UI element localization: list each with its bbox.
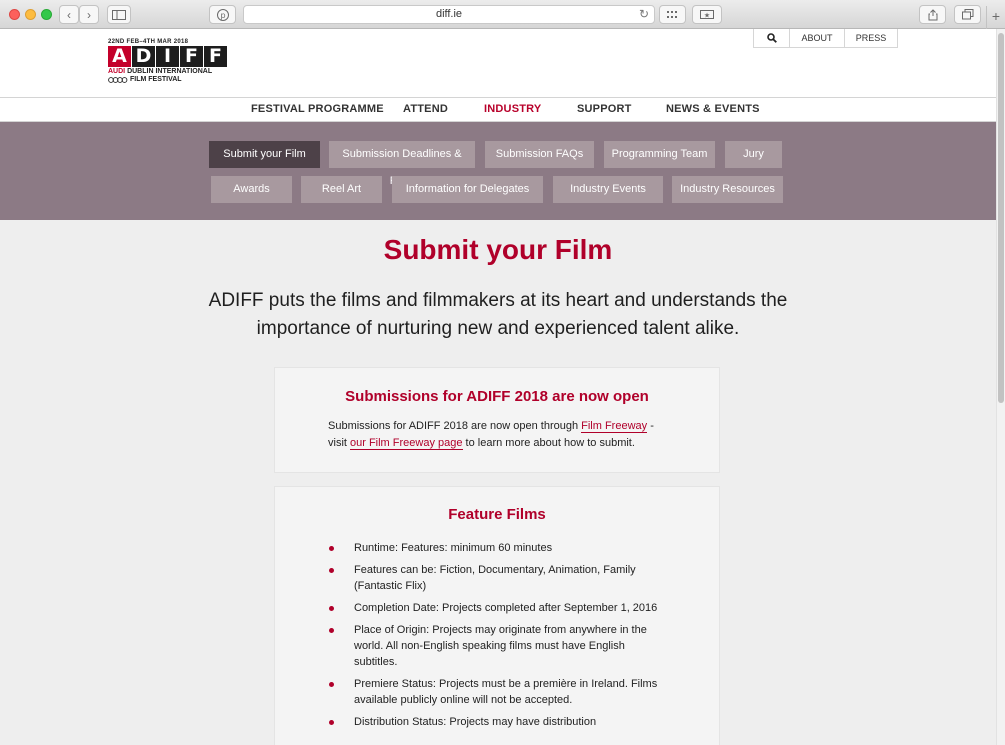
site-logo[interactable]: 22ND FEB–4TH MAR 2018 A D I F F AUDI DUB… [108,39,230,89]
nav-support[interactable]: SUPPORT [577,103,632,115]
search-icon [766,33,777,43]
subnav-deadlines-fees[interactable]: Submission Deadlines & Fees [329,141,475,187]
subnav-information-for-delegates[interactable]: Information for Delegates [392,176,543,203]
logo-brand: AUDI [108,68,126,75]
reload-icon[interactable]: ↻ [639,6,649,23]
zoom-window-button[interactable] [41,9,52,20]
chevron-left-icon: ‹ [67,7,71,22]
site-header: 22ND FEB–4TH MAR 2018 A D I F F AUDI DUB… [0,29,996,97]
tabs-button[interactable] [954,5,981,24]
subnav-reel-art[interactable]: Reel Art [301,176,382,203]
nav-industry[interactable]: INDUSTRY [484,103,541,115]
svg-text:p: p [220,11,225,20]
feature-films-card: Feature Films Runtime: Features: minimum… [274,486,720,745]
logo-line2: FILM FESTIVAL [130,76,182,83]
intro-text: ADIFF puts the films and filmmakers at i… [208,290,788,339]
logo-letter: F [204,46,227,67]
minimize-window-button[interactable] [25,9,36,20]
submissions-text-part: Submissions for ADIFF 2018 are now open … [328,420,582,432]
logo-letter: F [180,46,203,67]
chevron-right-icon: › [87,7,91,22]
back-button[interactable]: ‹ [59,5,79,24]
submissions-card-text: Submissions for ADIFF 2018 are now open … [328,418,673,452]
logo-letter: A [108,46,131,67]
list-item: Distribution Status: Projects may have d… [329,714,669,730]
search-button[interactable] [754,29,790,47]
tabs-icon [961,9,973,20]
list-item: Completion Date: Projects completed afte… [329,600,669,616]
subnav-submission-faqs[interactable]: Submission FAQs [485,141,594,168]
grid-icon [666,10,677,18]
list-item: Features can be: Fiction, Documentary, A… [329,562,669,594]
grid-button[interactable] [659,5,686,24]
list-item: Place of Origin: Projects may originate … [329,622,669,670]
subnav-industry-resources[interactable]: Industry Resources [672,176,783,203]
logo-line1: DUBLIN INTERNATIONAL [125,68,213,75]
audi-rings-icon [108,77,128,83]
utility-nav: ABOUT PRESS [753,29,898,48]
forward-button[interactable]: › [79,5,99,24]
address-bar[interactable]: diff.ie ↻ [243,5,655,24]
url-text: diff.ie [435,8,463,20]
scrollbar-thumb[interactable] [998,33,1004,403]
subnav-industry-events[interactable]: Industry Events [553,176,663,203]
svg-text:★: ★ [704,12,710,20]
browser-toolbar: ‹ › p diff.ie ↻ ★ + [0,0,1005,29]
nav-attend[interactable]: ATTEND [403,103,448,115]
submissions-card-title: Submissions for ADIFF 2018 are now open [345,388,649,405]
logo-subtitle: AUDI DUBLIN INTERNATIONAL FILM FESTIVAL [108,68,230,84]
industry-subnav: Submit your Film Submission Deadlines & … [0,122,996,220]
plus-icon: + [991,8,1001,24]
sidebar-button[interactable] [107,5,131,24]
pinterest-button[interactable]: p [209,5,236,24]
pinterest-icon: p [216,8,229,21]
main-nav: FESTIVAL PROGRAMME ATTEND INDUSTRY SUPPO… [0,97,996,122]
submissions-card: Submissions for ADIFF 2018 are now open … [274,367,720,473]
website: 22ND FEB–4TH MAR 2018 A D I F F AUDI DUB… [0,29,996,745]
subnav-programming-team[interactable]: Programming Team [604,141,715,168]
close-window-button[interactable] [9,9,20,20]
feature-films-list: Runtime: Features: minimum 60 minutes Fe… [329,540,669,730]
subnav-jury[interactable]: Jury [725,141,782,168]
new-tab-button[interactable]: + [986,6,1005,29]
subnav-submit-your-film[interactable]: Submit your Film [209,141,320,168]
share-icon [928,8,937,20]
share-button[interactable] [919,5,946,24]
film-freeway-link[interactable]: Film Freeway [581,420,648,433]
logo-letter: D [132,46,155,67]
press-link[interactable]: PRESS [845,29,897,47]
list-item: Runtime: Features: minimum 60 minutes [329,540,669,556]
submissions-text-part: to learn more about how to submit. [462,437,635,449]
nav-festival-programme[interactable]: FESTIVAL PROGRAMME [251,103,384,115]
list-item: Premiere Status: Projects must be a prem… [329,676,669,708]
nav-news-events[interactable]: NEWS & EVENTS [666,103,760,115]
subnav-awards[interactable]: Awards [211,176,292,203]
extension-button[interactable]: ★ [692,5,722,24]
star-icon: ★ [700,10,714,19]
film-freeway-page-link[interactable]: our Film Freeway page [350,437,463,450]
about-link[interactable]: ABOUT [790,29,845,47]
logo-wordmark: A D I F F [108,46,230,67]
page-scrollbar[interactable] [996,29,1005,745]
sidebar-icon [112,9,126,20]
page-title: Submit your Film [383,234,613,265]
logo-letter: I [156,46,179,67]
feature-films-title: Feature Films [448,506,546,523]
